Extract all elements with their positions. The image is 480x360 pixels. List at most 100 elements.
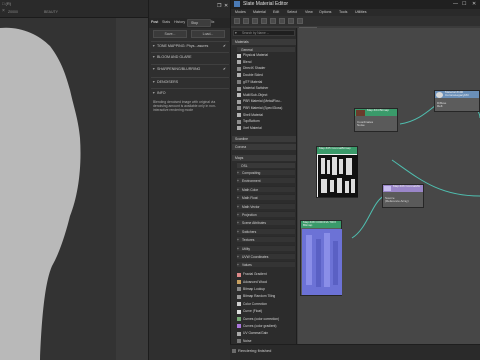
browser-material-item[interactable]: PBR Material (Metal/Rou...: [237, 99, 295, 104]
window-title: Slate Material Editor: [243, 1, 289, 7]
node-map24[interactable]: Map #24 Bitmap Coordinates Noise: [354, 108, 398, 132]
node-map28[interactable]: Map #28 CORONA TRIX Bitmap: [300, 220, 342, 296]
check-icon[interactable]: ✔: [223, 67, 226, 71]
move-children-icon[interactable]: [279, 18, 285, 24]
browser-map-item[interactable]: Fractal Gradient: [237, 272, 295, 277]
material-swatch-icon: [237, 126, 241, 131]
browser-osl-group[interactable]: + Math Vector: [237, 202, 295, 209]
stop-button[interactable]: Stop: [187, 19, 211, 27]
assign-material-icon[interactable]: [261, 18, 267, 24]
browser-material-item[interactable]: DirectX Shader: [237, 66, 295, 71]
map-swatch-icon: [237, 287, 241, 292]
expand-icon: +: [237, 246, 239, 251]
close-icon[interactable]: ✕: [224, 3, 228, 9]
browser-osl-group[interactable]: + Projection: [237, 211, 295, 217]
browser-map-item[interactable]: Noise: [237, 339, 295, 344]
chevron-down-icon: ▾: [235, 30, 237, 35]
browser-osl-group[interactable]: + Switchers: [237, 227, 295, 234]
browser-material-item[interactable]: Shell Material: [237, 112, 295, 117]
browser-map-item[interactable]: Color Correction: [237, 302, 295, 307]
expand-icon: +: [237, 263, 239, 268]
divider: [151, 52, 229, 53]
menu-modes[interactable]: Modes: [235, 10, 246, 14]
browser-osl-group[interactable]: + Utility: [237, 244, 295, 251]
browser-material-item[interactable]: Xref Material: [237, 126, 295, 131]
browser-material-item[interactable]: glTF Material: [237, 79, 295, 84]
browser-material-item[interactable]: Top/Bottom: [237, 119, 295, 124]
pick-material-icon[interactable]: [243, 18, 249, 24]
browser-osl-group[interactable]: + Textures: [237, 236, 295, 243]
save-button[interactable]: Save...: [153, 30, 187, 38]
menu-options[interactable]: Options: [319, 10, 331, 14]
category-scanline[interactable]: Scanline: [232, 136, 296, 142]
node-map26[interactable]: Map #26 CoronaMix Source (Reference Arra…: [382, 184, 424, 208]
browser-osl-group[interactable]: + UVW Coordinates: [237, 253, 295, 259]
browser-material-item[interactable]: Double Sided: [237, 73, 295, 78]
browser-material-item[interactable]: Physical Material: [237, 53, 295, 58]
section-bloom-glare[interactable]: ▼ BLOOM AND GLARE: [151, 54, 229, 62]
check-icon[interactable]: ✔: [223, 44, 226, 48]
material-swatch-icon: [237, 66, 241, 71]
section-sharpening[interactable]: ▼ SHARPENING/BLURRING ✔: [151, 66, 229, 74]
menu-material[interactable]: Material: [253, 10, 266, 14]
browser-map-item[interactable]: Curve (Float): [237, 309, 295, 314]
section-info[interactable]: ▼ INFO: [151, 90, 229, 98]
menu-select[interactable]: Select: [287, 10, 297, 14]
browser-osl-group[interactable]: + Environment: [237, 177, 295, 184]
category-materials[interactable]: Materials: [232, 39, 296, 45]
material-map-browser: ▾ Search by Name ... Materials General P…: [231, 28, 297, 356]
section-tone-mapping[interactable]: ▼ TONE MAPPING: Phys...asures ✔: [151, 43, 229, 51]
maximize-icon[interactable]: ☐: [462, 1, 466, 7]
browser-osl-group[interactable]: + Math Color: [237, 185, 295, 192]
show-map-icon[interactable]: [288, 18, 294, 24]
node-slot[interactable]: Refl.: [437, 104, 446, 108]
browser-map-item[interactable]: Curves (color correction): [237, 316, 295, 321]
browser-map-item[interactable]: Bitmap Lookup: [237, 287, 295, 292]
browser-osl-group[interactable]: + Compositing: [237, 169, 295, 175]
search-input[interactable]: ▾ Search by Name ...: [233, 30, 295, 36]
node-view[interactable]: Map #24 Bitmap Coordinates Noise Map #25…: [298, 28, 480, 344]
map-swatch-icon: [237, 324, 241, 329]
browser-osl-group[interactable]: + Scene Attributes: [237, 219, 295, 226]
browser-material-item[interactable]: PBR Material (Spec/Gloss): [237, 106, 295, 111]
show-background-icon[interactable]: [297, 18, 303, 24]
delete-icon[interactable]: [270, 18, 276, 24]
restore-icon[interactable]: ❐: [217, 3, 221, 9]
close-icon[interactable]: ✕: [472, 1, 476, 7]
browser-map-item[interactable]: Advanced Wood: [237, 279, 295, 284]
browser-map-item[interactable]: Curves (color gradient): [237, 324, 295, 329]
minimize-icon[interactable]: —: [453, 1, 458, 7]
expand-icon: +: [237, 221, 239, 226]
browser-material-item[interactable]: Blend: [237, 60, 295, 65]
category-general[interactable]: General: [237, 46, 295, 52]
tab-stats[interactable]: Stats: [162, 20, 170, 24]
browser-material-item[interactable]: Multi/Sub-Object: [237, 93, 295, 98]
normal-map-preview: [302, 229, 342, 295]
tab-history[interactable]: History: [174, 20, 185, 24]
section-denoisers[interactable]: ▼ DENOISERS: [151, 79, 229, 87]
browser-osl-group[interactable]: + Math Float: [237, 194, 295, 201]
browser-map-item[interactable]: UV Gamma/Gain: [237, 331, 295, 336]
node-map25[interactable]: Map #25 CoronaBitmap: [316, 146, 358, 198]
close-icon[interactable]: ×: [2, 8, 5, 14]
viewport-panel[interactable]: □ (R) × Z0000 BEAUTY: [0, 0, 148, 360]
select-tool-icon[interactable]: [234, 18, 240, 24]
menu-tools[interactable]: Tools: [339, 10, 347, 14]
menu-utilities[interactable]: Utilities: [355, 10, 367, 14]
node-slot[interactable]: Noise: [357, 123, 373, 127]
node-slot[interactable]: (Reference Array): [385, 199, 409, 203]
put-to-scene-icon[interactable]: [252, 18, 258, 24]
menu-view[interactable]: View: [305, 10, 313, 14]
browser-osl-group[interactable]: + Values: [237, 261, 295, 268]
expand-icon: +: [237, 238, 239, 243]
node-material[interactable]: Material #190 CoronaLegacyMtl Diffuse Re…: [434, 90, 480, 112]
menu-edit[interactable]: Edit: [273, 10, 279, 14]
category-corona[interactable]: Corona: [232, 144, 296, 150]
chevron-down-icon: ▼: [152, 91, 156, 95]
browser-material-item[interactable]: Material Switcher: [237, 86, 295, 91]
browser-map-item[interactable]: Bitmap Random Tiling: [237, 294, 295, 299]
load-button[interactable]: Load...: [191, 30, 225, 38]
category-osl[interactable]: OSL: [237, 162, 295, 168]
category-maps[interactable]: Maps: [232, 155, 296, 161]
tab-post[interactable]: Post: [151, 20, 158, 24]
